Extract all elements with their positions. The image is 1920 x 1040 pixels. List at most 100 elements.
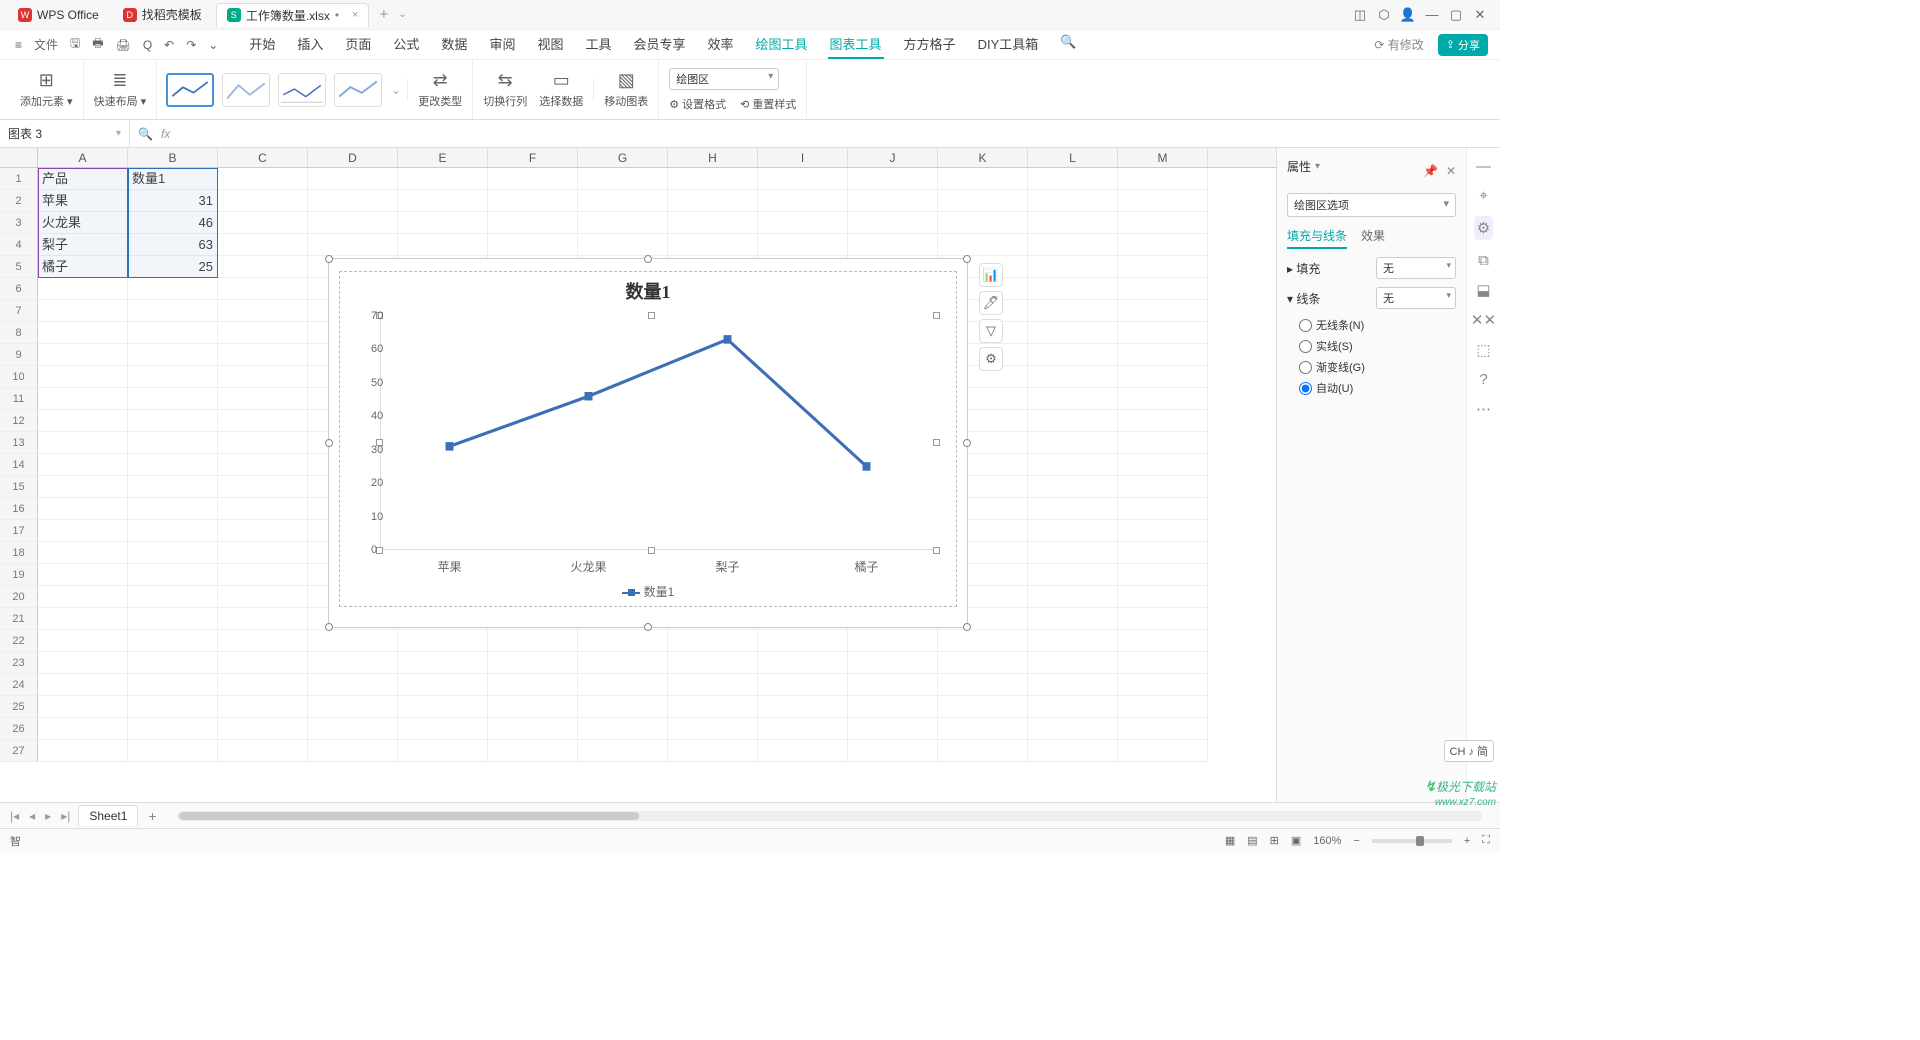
cell[interactable]	[308, 168, 398, 190]
row-head-7[interactable]: 7	[0, 300, 38, 322]
redo-icon[interactable]: ↷	[183, 38, 199, 52]
cell[interactable]	[218, 718, 308, 740]
move-chart-button[interactable]: ▧移动图表	[604, 70, 648, 109]
cell[interactable]	[218, 388, 308, 410]
cell[interactable]	[488, 696, 578, 718]
cell[interactable]	[38, 652, 128, 674]
col-L[interactable]: L	[1028, 148, 1118, 167]
col-K[interactable]: K	[938, 148, 1028, 167]
col-B[interactable]: B	[128, 148, 218, 167]
select-data-button[interactable]: ▭选择数据	[539, 70, 583, 109]
cell[interactable]	[398, 696, 488, 718]
cell[interactable]	[398, 630, 488, 652]
cell[interactable]	[128, 366, 218, 388]
chart-style-4[interactable]	[334, 73, 382, 107]
cell[interactable]	[218, 168, 308, 190]
cell[interactable]	[218, 696, 308, 718]
view-full-icon[interactable]: ▣	[1291, 834, 1301, 847]
cell[interactable]	[938, 696, 1028, 718]
minimize-button[interactable]: —	[1420, 7, 1444, 22]
menu-data[interactable]: 数据	[439, 30, 469, 59]
undo-icon[interactable]: ↶	[161, 38, 177, 52]
add-element-button[interactable]: ⊞添加元素 ▾	[20, 70, 73, 109]
cell[interactable]	[938, 740, 1028, 762]
cell[interactable]	[758, 652, 848, 674]
cell[interactable]	[128, 520, 218, 542]
cell[interactable]	[1118, 630, 1208, 652]
cell[interactable]	[578, 168, 668, 190]
cell[interactable]	[308, 212, 398, 234]
cell[interactable]	[938, 212, 1028, 234]
cell[interactable]	[938, 168, 1028, 190]
menu-tools[interactable]: 工具	[583, 30, 613, 59]
file-menu[interactable]: 文件	[31, 36, 61, 53]
menu-page[interactable]: 页面	[343, 30, 373, 59]
cell[interactable]	[38, 388, 128, 410]
cell[interactable]	[488, 168, 578, 190]
cell[interactable]	[668, 652, 758, 674]
cell[interactable]	[128, 696, 218, 718]
cell[interactable]	[488, 190, 578, 212]
cell[interactable]	[1028, 498, 1118, 520]
status-left[interactable]: 智	[10, 833, 21, 849]
menu-diy[interactable]: DIY工具箱	[976, 30, 1041, 59]
cell[interactable]	[668, 718, 758, 740]
qat-dropdown-icon[interactable]: ⌄	[205, 38, 221, 52]
cell[interactable]	[1118, 696, 1208, 718]
cell[interactable]: 火龙果	[38, 212, 128, 234]
cell[interactable]	[1118, 278, 1208, 300]
new-tab-button[interactable]: +	[373, 6, 394, 23]
radio-no-line[interactable]: 无线条(N)	[1299, 317, 1456, 333]
menu-start[interactable]: 开始	[247, 30, 277, 59]
cell[interactable]	[938, 630, 1028, 652]
row-head-25[interactable]: 25	[0, 696, 38, 718]
cell[interactable]	[128, 300, 218, 322]
col-J[interactable]: J	[848, 148, 938, 167]
cell[interactable]	[1118, 454, 1208, 476]
cell[interactable]	[38, 696, 128, 718]
cell[interactable]	[1118, 322, 1208, 344]
cell[interactable]	[1118, 608, 1208, 630]
cloud-status[interactable]: ⟳ 有修改	[1374, 36, 1423, 53]
cell[interactable]	[848, 168, 938, 190]
cell[interactable]	[128, 322, 218, 344]
cell[interactable]	[38, 432, 128, 454]
cell[interactable]	[128, 388, 218, 410]
cell[interactable]	[218, 432, 308, 454]
cell[interactable]	[38, 608, 128, 630]
cell[interactable]	[128, 564, 218, 586]
pin-icon[interactable]: 📌	[1423, 164, 1438, 178]
row-head-16[interactable]: 16	[0, 498, 38, 520]
col-C[interactable]: C	[218, 148, 308, 167]
row-head-12[interactable]: 12	[0, 410, 38, 432]
cell[interactable]: 63	[128, 234, 218, 256]
cell[interactable]	[38, 278, 128, 300]
cell[interactable]	[128, 344, 218, 366]
cell[interactable]	[938, 234, 1028, 256]
chart-style-icon[interactable]: 🖊	[979, 291, 1003, 315]
cell[interactable]	[1118, 520, 1208, 542]
settings-tool-icon[interactable]: ⚙	[1474, 216, 1493, 240]
zoom-fx-icon[interactable]: 🔍	[138, 127, 153, 141]
cell[interactable]	[1028, 564, 1118, 586]
cell[interactable]	[1028, 608, 1118, 630]
quick-icon[interactable]: Q	[140, 38, 155, 52]
plot-area-options-dropdown[interactable]: 绘图区选项▾	[1287, 193, 1456, 217]
cell[interactable]	[578, 740, 668, 762]
close-panel-icon[interactable]: ✕	[1446, 164, 1456, 178]
cell[interactable]	[398, 234, 488, 256]
cell[interactable]	[38, 366, 128, 388]
cell[interactable]	[938, 652, 1028, 674]
cell[interactable]	[1118, 718, 1208, 740]
avatar-icon[interactable]: 👤	[1396, 7, 1420, 23]
cell[interactable]	[38, 454, 128, 476]
cell[interactable]	[1028, 542, 1118, 564]
cell[interactable]	[578, 212, 668, 234]
radio-auto-line[interactable]: 自动(U)	[1299, 380, 1456, 396]
col-D[interactable]: D	[308, 148, 398, 167]
collapse-panel-icon[interactable]: —	[1476, 158, 1491, 175]
tab-effects[interactable]: 效果	[1361, 227, 1385, 249]
cell[interactable]	[668, 234, 758, 256]
row-head-17[interactable]: 17	[0, 520, 38, 542]
cell[interactable]	[758, 212, 848, 234]
